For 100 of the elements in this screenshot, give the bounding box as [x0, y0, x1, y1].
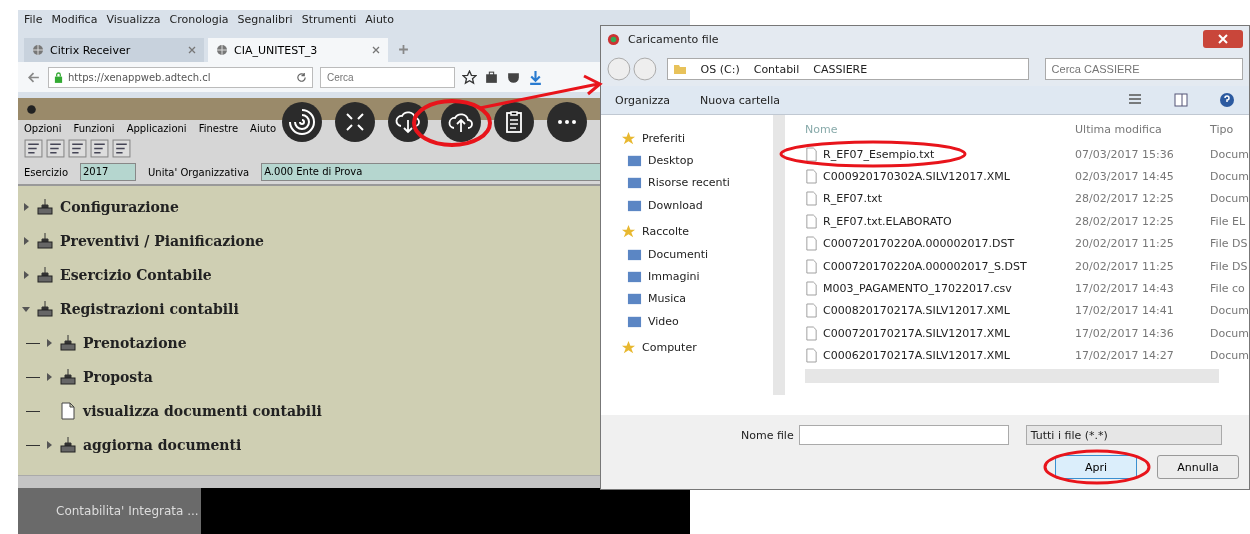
tree-item[interactable]: Esercizio Contabile — [60, 267, 212, 283]
input-field[interactable]: 2017 — [80, 163, 136, 181]
cloud-upload-icon[interactable] — [441, 102, 481, 142]
nav-item[interactable]: Documenti — [648, 247, 709, 261]
breadcrumb-item[interactable]: Contabil — [753, 62, 800, 76]
file-name[interactable]: C000720170217A.SILV12017.XML — [823, 326, 1010, 340]
new-tab-icon[interactable] — [398, 44, 409, 55]
address-field[interactable]: OS (C:) Contabil CASSIERE — [666, 58, 1029, 80]
file-name[interactable]: M003_PAGAMENTO_17022017.csv — [823, 282, 1012, 296]
expander-icon[interactable] — [22, 305, 30, 313]
menu-item[interactable]: Modifica — [51, 13, 98, 29]
tree-item[interactable]: Registrazioni contabili — [60, 301, 239, 317]
star-icon[interactable] — [462, 69, 477, 85]
file-name[interactable]: R_EF07.txt — [823, 192, 883, 206]
menu-item[interactable]: File — [24, 13, 43, 29]
help-icon[interactable] — [1219, 92, 1235, 108]
field-label: Unita' Organizzativa — [148, 166, 250, 178]
file-name[interactable]: C000920170302A.SILV12017.XML — [823, 170, 1010, 184]
breadcrumb-item[interactable]: CASSIERE — [813, 62, 868, 76]
file-type-dropdown[interactable]: Tutti i file (*.*) — [1025, 425, 1222, 445]
breadcrumb-item[interactable]: OS (C:) — [700, 62, 740, 76]
file-name[interactable]: C000720170220A.000002017.DST — [823, 237, 1015, 251]
column-header[interactable]: Tipo — [1210, 122, 1249, 136]
tree-item[interactable]: aggiorna documenti — [83, 437, 242, 453]
file-icon — [805, 236, 819, 252]
toolbar-icon[interactable] — [112, 139, 131, 158]
nav-item[interactable]: Download — [648, 198, 703, 212]
cloud-download-icon[interactable] — [388, 102, 428, 142]
search-field[interactable]: Cerca — [320, 66, 455, 88]
browser-tab[interactable]: Citrix Receiver — [24, 38, 204, 62]
menu-item[interactable]: Applicazioni — [126, 123, 187, 134]
tree-item[interactable]: Prenotazione — [83, 335, 187, 351]
more-icon[interactable] — [547, 102, 587, 142]
filename-field[interactable] — [798, 425, 1009, 445]
nav-item[interactable]: Preferiti — [642, 131, 686, 145]
clipboard-icon[interactable] — [494, 102, 534, 142]
tree-item[interactable]: visualizza documenti contabili — [83, 403, 322, 419]
menu-item[interactable]: Finestre — [198, 123, 239, 134]
address-field[interactable]: https://xenappweb.adtech.cl — [48, 66, 313, 88]
close-icon[interactable] — [188, 46, 196, 54]
reload-icon[interactable] — [296, 71, 307, 83]
file-name[interactable]: R_EF07.txt.ELABORATO — [823, 214, 952, 228]
file-name[interactable]: R_EF07_Esempio.txt — [823, 147, 935, 161]
menu-item[interactable]: Strumenti — [301, 13, 357, 29]
expander-icon[interactable] — [45, 373, 53, 381]
tree-item[interactable]: Configurazione — [60, 199, 179, 215]
globe-icon — [216, 44, 228, 56]
toolbar-button[interactable]: Organizza — [615, 93, 671, 107]
file-name[interactable]: C000720170220A.000002017_S.DST — [823, 259, 1027, 273]
nav-item[interactable]: Immagini — [648, 270, 700, 284]
fullscreen-icon[interactable] — [335, 102, 375, 142]
expander-icon[interactable] — [22, 271, 30, 279]
menu-item[interactable]: Cronologia — [169, 13, 229, 29]
menu-item[interactable]: Aiuto — [250, 123, 277, 134]
lock-icon — [54, 71, 63, 83]
close-icon[interactable] — [372, 46, 380, 54]
expander-icon[interactable] — [45, 441, 53, 449]
preview-pane-icon[interactable] — [1173, 92, 1189, 108]
file-icon — [805, 258, 819, 274]
toolbar-icon[interactable] — [90, 139, 109, 158]
download-icon[interactable] — [528, 69, 543, 85]
expander-icon[interactable] — [22, 203, 30, 211]
close-button[interactable] — [1203, 30, 1243, 48]
menu-item[interactable]: Funzioni — [73, 123, 115, 134]
nav-item[interactable]: Video — [648, 314, 679, 328]
file-type: File DS — [1210, 259, 1249, 273]
toolbar-icon[interactable] — [68, 139, 87, 158]
tree-item[interactable]: Preventivi / Pianificazione — [60, 233, 264, 249]
expander-icon[interactable] — [22, 237, 30, 245]
search-field[interactable]: Cerca CASSIERE — [1044, 58, 1243, 80]
menu-item[interactable]: Opzioni — [24, 123, 62, 134]
browser-tab[interactable]: CIA_UNITEST_3 — [208, 38, 388, 62]
menu-item[interactable]: Aiuto — [365, 13, 394, 29]
file-name[interactable]: C000820170217A.SILV12017.XML — [823, 304, 1010, 318]
toolbar-icon[interactable] — [46, 139, 65, 158]
file-date: 17/02/2017 14:27 — [1075, 349, 1175, 363]
briefcase-icon[interactable] — [484, 69, 499, 85]
file-date: 28/02/2017 12:25 — [1075, 214, 1175, 228]
stamp-icon — [58, 333, 78, 353]
file-type: File EL — [1210, 214, 1247, 228]
nav-item[interactable]: Raccolte — [642, 225, 690, 239]
file-name[interactable]: C000620170217A.SILV12017.XML — [823, 349, 1010, 363]
dialog-button[interactable]: Apri — [1055, 455, 1137, 479]
file-type: File co — [1210, 282, 1246, 296]
toolbar-button[interactable]: Nuova cartella — [700, 93, 780, 107]
nav-item[interactable]: Computer — [642, 341, 697, 355]
tree-item[interactable]: Proposta — [83, 369, 153, 385]
menu-item[interactable]: Visualizza — [106, 13, 161, 29]
file-icon — [805, 169, 819, 185]
expander-icon[interactable] — [45, 339, 53, 347]
column-header[interactable]: Ultima modifica — [1075, 122, 1211, 136]
menu-item[interactable]: Segnalibri — [237, 13, 293, 29]
nav-item[interactable]: Musica — [648, 292, 687, 306]
toolbar-icon[interactable] — [24, 139, 43, 158]
file-type: Docum — [1210, 349, 1249, 363]
dialog-button[interactable]: Annulla — [1157, 455, 1239, 479]
scrollbar[interactable] — [805, 368, 1219, 383]
spiral-icon[interactable] — [282, 102, 322, 142]
taskbar-button[interactable]: Contabilita' Integrata ... — [18, 488, 201, 534]
scrollbar[interactable] — [773, 115, 786, 395]
